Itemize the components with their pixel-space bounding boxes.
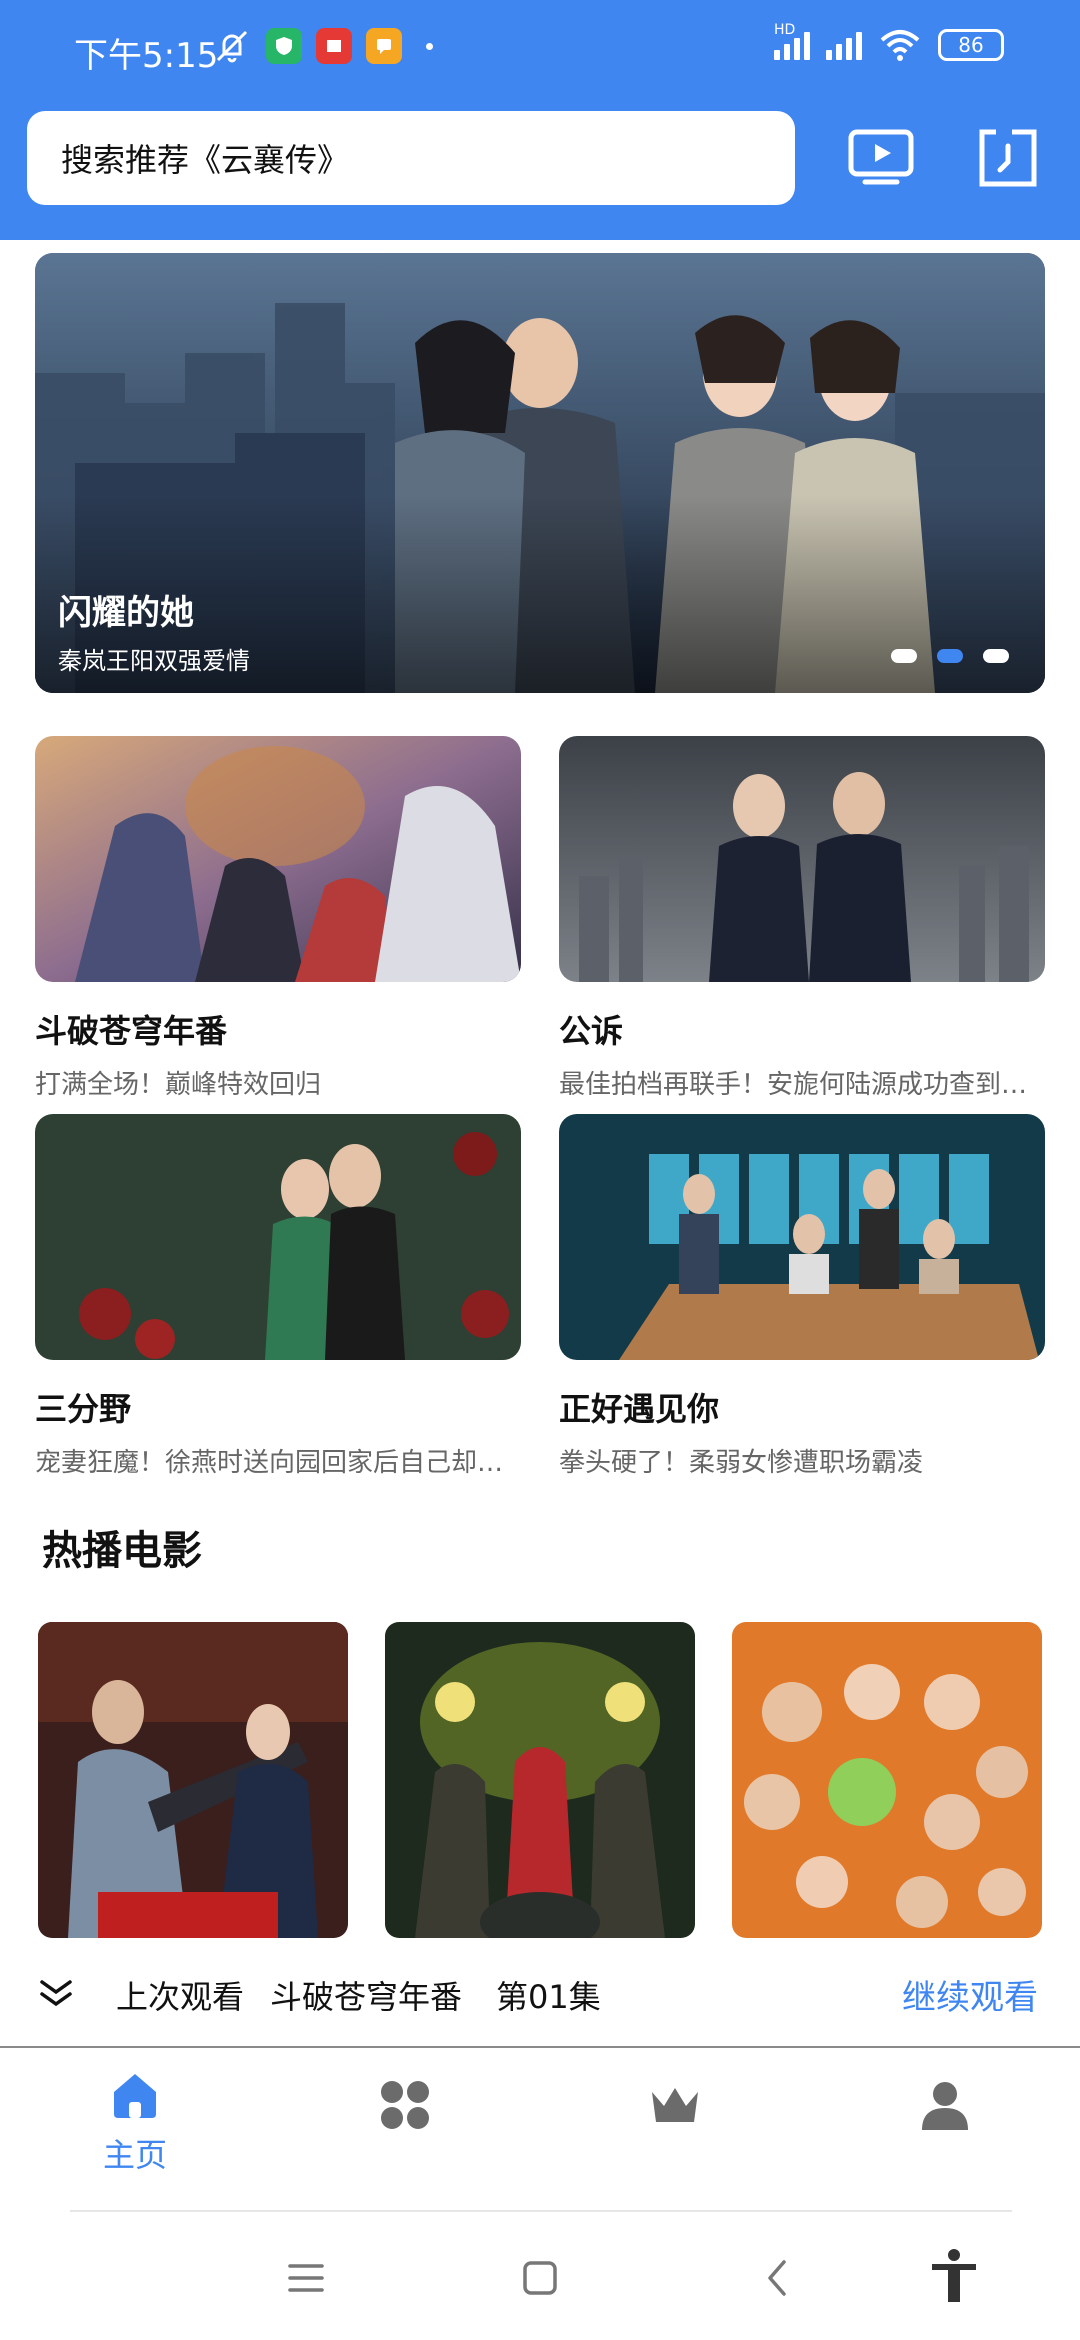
movie-poster[interactable] bbox=[385, 1622, 695, 1938]
mute-icon bbox=[216, 30, 248, 63]
featured-banner[interactable]: 闪耀的她 秦岚王阳双强爱情 bbox=[35, 253, 1045, 693]
network-badge: HD bbox=[774, 22, 796, 38]
show-poster bbox=[35, 1114, 521, 1360]
tab-divider bbox=[70, 2210, 1012, 2212]
crown-icon bbox=[652, 2088, 698, 2122]
more-notifications-dot bbox=[426, 42, 433, 50]
home-icon bbox=[114, 2074, 156, 2118]
double-chevron-down-icon[interactable] bbox=[36, 1972, 76, 2012]
show-card[interactable]: 公诉 最佳拍档再联手！安旎何陆源成功查到… bbox=[559, 736, 1045, 1100]
bottom-tab-bar: 主页 bbox=[0, 2050, 1080, 2210]
show-subtitle: 宠妻狂魔！徐燕时送向园回家后自己却… bbox=[35, 1448, 504, 1478]
grid-icon bbox=[381, 2081, 429, 2129]
banner-dot[interactable] bbox=[891, 649, 917, 663]
back-icon[interactable] bbox=[750, 2250, 806, 2306]
banner-subtitle: 秦岚王阳双强爱情 bbox=[58, 647, 250, 675]
section-title-hot-movies: 热播电影 bbox=[42, 1528, 202, 1574]
continue-show-title: 斗破苍穹年番 bbox=[270, 1978, 463, 2016]
show-title: 公诉 bbox=[559, 1012, 624, 1050]
tab-home-label: 主页 bbox=[102, 2136, 167, 2174]
show-poster bbox=[35, 736, 521, 982]
top-header: 下午5:15 HD 86 搜索推荐《云襄传》 bbox=[0, 0, 1080, 240]
show-title: 正好遇见你 bbox=[559, 1390, 720, 1428]
banner-title: 闪耀的她 bbox=[58, 593, 194, 633]
user-icon bbox=[922, 2082, 968, 2130]
continue-episode: 第01集 bbox=[496, 1978, 601, 2016]
continue-label: 上次观看 bbox=[116, 1978, 245, 2016]
search-input[interactable]: 搜索推荐《云襄传》 bbox=[27, 111, 795, 205]
status-notification-icons bbox=[212, 28, 433, 64]
battery-icon: 86 bbox=[938, 29, 1004, 61]
tab-home[interactable]: 主页 bbox=[75, 2068, 195, 2198]
show-card[interactable]: 正好遇见你 拳头硬了！柔弱女惨遭职场霸凌 bbox=[559, 1114, 1045, 1478]
show-title: 斗破苍穹年番 bbox=[35, 1012, 228, 1050]
show-card[interactable]: 三分野 宠妻狂魔！徐燕时送向园回家后自己却… bbox=[35, 1114, 521, 1478]
signal-1-icon: HD bbox=[774, 22, 810, 60]
menu-icon[interactable] bbox=[278, 2250, 334, 2306]
show-poster bbox=[559, 736, 1045, 982]
status-bar: 下午5:15 HD 86 bbox=[0, 0, 1080, 100]
movie-poster[interactable] bbox=[38, 1622, 348, 1938]
status-time: 下午5:15 bbox=[74, 36, 219, 76]
wifi-icon bbox=[880, 30, 920, 61]
continue-watching-bar[interactable]: 上次观看 斗破苍穹年番 第01集 继续观看 bbox=[0, 1938, 1080, 2048]
continue-watching-button[interactable]: 继续观看 bbox=[902, 1970, 1038, 2019]
tv-cast-icon[interactable] bbox=[845, 122, 917, 194]
signal-2-icon bbox=[826, 30, 862, 60]
news-app-icon bbox=[316, 28, 352, 64]
movie-poster[interactable] bbox=[732, 1622, 1042, 1938]
show-title: 三分野 bbox=[35, 1390, 132, 1428]
tab-categories[interactable] bbox=[345, 2068, 465, 2198]
banner-pagination bbox=[891, 649, 1009, 663]
security-app-icon bbox=[266, 28, 302, 64]
search-placeholder: 搜索推荐《云襄传》 bbox=[61, 141, 350, 179]
tab-profile[interactable] bbox=[885, 2068, 1005, 2198]
show-subtitle: 拳头硬了！柔弱女惨遭职场霸凌 bbox=[559, 1448, 924, 1478]
show-card[interactable]: 斗破苍穹年番 打满全场！巅峰特效回归 bbox=[35, 736, 521, 1100]
show-subtitle: 打满全场！巅峰特效回归 bbox=[35, 1070, 322, 1100]
home-square-icon[interactable] bbox=[512, 2250, 568, 2306]
show-poster bbox=[559, 1114, 1045, 1360]
battery-level: 86 bbox=[958, 33, 984, 57]
accessibility-icon[interactable] bbox=[924, 2246, 984, 2306]
status-right-icons: HD 86 bbox=[774, 22, 1004, 62]
tab-vip[interactable] bbox=[615, 2068, 735, 2198]
show-subtitle: 最佳拍档再联手！安旎何陆源成功查到… bbox=[559, 1070, 1028, 1100]
banner-dot[interactable] bbox=[983, 649, 1009, 663]
history-icon[interactable] bbox=[972, 122, 1044, 194]
system-navigation-bar bbox=[0, 2214, 1080, 2340]
banner-dot-active[interactable] bbox=[937, 649, 963, 663]
message-app-icon bbox=[366, 28, 402, 64]
